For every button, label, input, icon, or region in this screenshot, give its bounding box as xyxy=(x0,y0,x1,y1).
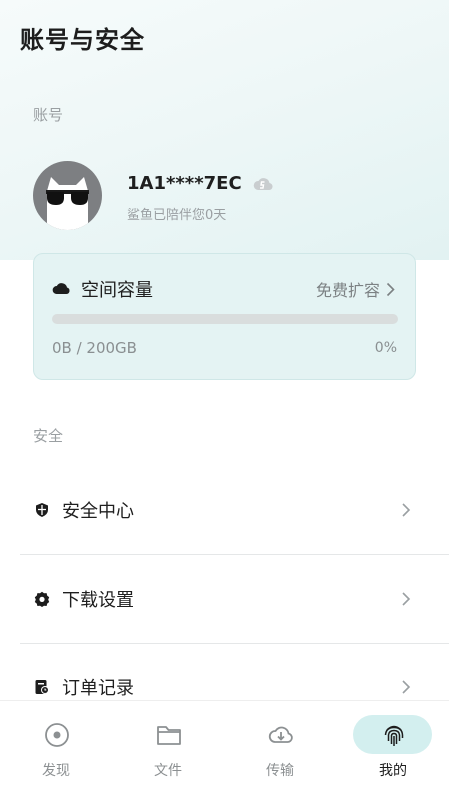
storage-title: 空间容量 xyxy=(81,280,153,301)
menu-item-label: 订单记录 xyxy=(62,678,134,699)
free-expand-button[interactable]: 免费扩容 xyxy=(316,277,395,301)
nav-label: 文件 xyxy=(154,763,182,779)
cloud-download-icon xyxy=(268,726,293,743)
account-section-label: 账号 xyxy=(33,106,64,124)
companion-days-text: 鲨鱼已陪伴您0天 xyxy=(127,208,227,223)
menu-item-label: 安全中心 xyxy=(62,501,134,522)
discover-icon xyxy=(45,723,69,747)
page-title: 账号与安全 xyxy=(20,26,145,54)
chevron-right-icon xyxy=(402,503,411,517)
menu-item-security-center[interactable]: 安全中心 xyxy=(20,466,449,554)
nav-tab-transfer[interactable]: 传输 xyxy=(240,700,320,800)
username: 1A1****7EC xyxy=(127,173,242,194)
chevron-right-icon xyxy=(402,592,411,606)
storage-card: 空间容量 免费扩容 0B / 200GB 0% xyxy=(33,253,416,380)
storage-used-text: 0B / 200GB xyxy=(52,339,137,357)
menu-item-label: 下载设置 xyxy=(62,590,134,611)
nav-tab-discover[interactable]: 发现 xyxy=(16,700,96,800)
folder-icon xyxy=(157,726,181,745)
nav-tab-files[interactable]: 文件 xyxy=(128,700,208,800)
nav-label: 传输 xyxy=(266,763,294,779)
nav-label: 我的 xyxy=(379,763,407,779)
free-expand-label: 免费扩容 xyxy=(315,281,380,300)
nav-tab-mine[interactable]: 我的 xyxy=(353,700,433,800)
cat-sunglasses-avatar-icon xyxy=(46,177,89,230)
chevron-right-icon xyxy=(402,680,411,694)
order-icon xyxy=(35,680,49,694)
avatar[interactable] xyxy=(33,161,102,230)
storage-percent-text: 0% xyxy=(374,340,397,356)
vip-cloud-icon[interactable] xyxy=(253,175,273,192)
cloud-icon xyxy=(52,283,70,294)
fingerprint-icon xyxy=(384,725,404,746)
security-section-label: 安全 xyxy=(33,427,64,445)
gear-icon xyxy=(34,591,50,607)
shield-icon xyxy=(36,503,48,517)
storage-progress-bar xyxy=(52,314,398,324)
menu-item-download-settings[interactable]: 下载设置 xyxy=(20,555,449,643)
chevron-right-icon xyxy=(386,282,395,296)
nav-label: 发现 xyxy=(42,763,70,779)
